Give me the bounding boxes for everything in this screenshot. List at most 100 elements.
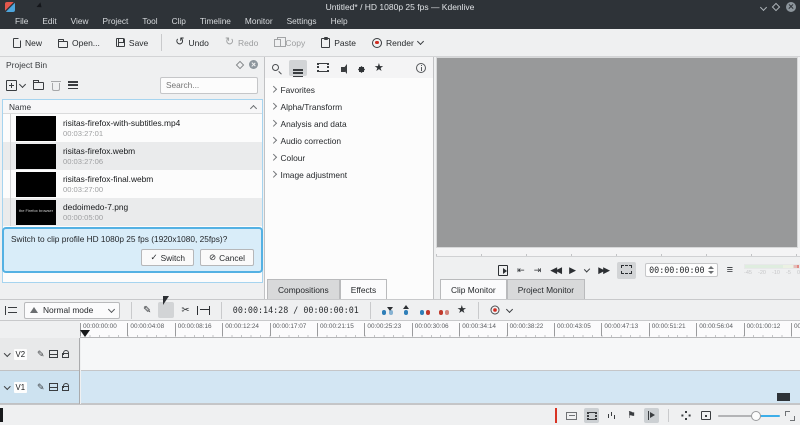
fit-zoom-button[interactable]	[698, 408, 713, 423]
play-icon[interactable]: ▶	[569, 265, 576, 275]
snap-button[interactable]	[644, 408, 659, 423]
zoom-fit-button[interactable]	[678, 408, 693, 423]
lock-track-icon[interactable]	[62, 353, 69, 358]
fast-forward-icon[interactable]: ▶▶	[598, 265, 608, 275]
effects-panel-tab[interactable]: Effects	[340, 279, 387, 299]
playhead-marker[interactable]	[80, 330, 90, 337]
show-composite-button[interactable]	[564, 408, 579, 423]
effect-category[interactable]: Audio correction	[265, 132, 433, 149]
list-view-button[interactable]	[289, 60, 307, 76]
track-name[interactable]: V1	[14, 382, 28, 393]
selection-tool-button[interactable]	[158, 302, 174, 318]
open-button[interactable]: Open...	[51, 35, 107, 51]
audio-effects-icon[interactable]	[341, 67, 345, 72]
edit-track-icon[interactable]: ✎	[37, 350, 45, 359]
chevron-down-icon[interactable]	[417, 38, 424, 45]
chevron-right-icon[interactable]	[270, 103, 276, 109]
timeline-zoom-slider[interactable]	[718, 408, 780, 423]
effect-category[interactable]: Favorites	[265, 81, 433, 98]
menu-item[interactable]: View	[64, 14, 96, 29]
close-panel-icon[interactable]	[249, 60, 258, 69]
chevron-right-icon[interactable]	[270, 137, 276, 143]
effect-category[interactable]: Colour	[265, 149, 433, 166]
maximize-icon[interactable]	[772, 3, 780, 11]
menu-item[interactable]: Help	[324, 14, 355, 29]
spacer-tool-icon[interactable]	[197, 306, 210, 315]
set-out-point-icon[interactable]: ⇥	[534, 265, 542, 275]
show-markers-button[interactable]: ⚑	[624, 408, 639, 423]
bin-clip-row[interactable]: risitas-firefox-final.webm 00:03:27:00	[3, 170, 262, 198]
add-clip-icon[interactable]	[6, 80, 17, 91]
monitor-tab[interactable]: Project Monitor	[507, 279, 585, 299]
menu-item[interactable]: Project	[96, 14, 136, 29]
create-folder-icon[interactable]	[33, 82, 44, 90]
zoom-full-icon[interactable]	[785, 411, 795, 421]
composite-track-icon[interactable]	[49, 350, 58, 358]
lift-zone-icon[interactable]	[401, 305, 412, 315]
undo-button[interactable]: ↺Undo	[168, 34, 216, 51]
chevron-down-icon[interactable]	[584, 266, 591, 273]
zone-mode-button[interactable]	[617, 262, 636, 279]
menu-item[interactable]: Settings	[280, 14, 324, 29]
info-icon[interactable]	[416, 63, 426, 73]
rewind-icon[interactable]: ◀◀	[550, 265, 560, 275]
monitor-menu-icon[interactable]: ≡	[727, 265, 733, 275]
track-name[interactable]: V2	[14, 349, 28, 360]
clip-thumbnail[interactable]: the Firefox browser	[16, 200, 56, 225]
timeline-track-lane[interactable]	[81, 338, 800, 371]
clip-thumbnail[interactable]	[16, 172, 56, 197]
track-header[interactable]: V2 ✎	[0, 338, 79, 371]
bin-clip-row[interactable]: the Firefox browser dedoimedo-7.png 00:0…	[3, 198, 262, 226]
chevron-down-icon[interactable]	[4, 350, 10, 356]
chevron-right-icon[interactable]	[270, 120, 276, 126]
insert-zone-icon[interactable]	[382, 305, 393, 315]
razor-tool-icon[interactable]: ✂	[181, 305, 189, 316]
bin-menu-icon[interactable]	[68, 81, 78, 82]
bin-clip-row[interactable]: risitas-firefox-with-subtitles.mp4 00:03…	[3, 114, 262, 142]
set-in-point-icon[interactable]: ⇤	[517, 265, 525, 275]
sort-chevron-icon[interactable]	[250, 104, 257, 111]
show-audio-thumbnails-button[interactable]	[604, 408, 619, 423]
play-zone-icon[interactable]	[498, 265, 508, 276]
chevron-right-icon[interactable]	[270, 86, 276, 92]
edit-mode-select[interactable]: Normal mode	[24, 302, 120, 319]
search-icon[interactable]	[272, 64, 279, 71]
render-icon[interactable]	[490, 306, 499, 315]
chevron-down-icon[interactable]	[506, 305, 513, 312]
monitor-timecode[interactable]: 00:00:00:00	[645, 263, 717, 277]
switch-button[interactable]: ✓Switch	[141, 249, 194, 266]
clip-thumbnail[interactable]	[16, 144, 56, 169]
custom-effects-icon[interactable]	[358, 65, 365, 72]
edit-track-icon[interactable]: ✎	[37, 383, 45, 392]
video-effects-icon[interactable]	[317, 63, 329, 72]
effect-category[interactable]: Analysis and data	[265, 115, 433, 132]
minimize-icon[interactable]	[760, 3, 767, 10]
chevron-right-icon[interactable]	[270, 171, 276, 177]
overwrite-zone-icon[interactable]	[420, 305, 431, 315]
effect-category[interactable]: Image adjustment	[265, 166, 433, 183]
favorite-effects-icon[interactable]: ★	[374, 63, 384, 73]
timeline-ruler[interactable]: 00:00:00:0000:00:04:0800:00:08:1600:00:1…	[80, 321, 800, 338]
monitor-screen[interactable]	[436, 57, 798, 248]
timeline-vscrollbar[interactable]	[777, 393, 790, 401]
name-column-header[interactable]: Name	[3, 100, 262, 114]
chevron-down-icon[interactable]	[4, 383, 10, 389]
save-button[interactable]: Save	[109, 35, 155, 51]
render-button[interactable]: Render	[365, 35, 430, 51]
cancel-button[interactable]: ⊘Cancel	[200, 249, 254, 266]
bin-clip-row[interactable]: risitas-firefox.webm 00:03:27:06	[3, 142, 262, 170]
composite-track-icon[interactable]	[49, 383, 58, 391]
clip-thumbnail[interactable]	[16, 116, 56, 141]
lock-track-icon[interactable]	[62, 386, 69, 391]
paste-button[interactable]: Paste	[314, 35, 363, 51]
chevron-right-icon[interactable]	[270, 154, 276, 160]
track-header[interactable]: V1 ✎	[0, 371, 79, 404]
timecode-spinner[interactable]	[708, 266, 714, 274]
mix-clips-icon[interactable]: ✎	[143, 305, 151, 316]
extract-zone-icon[interactable]	[439, 305, 450, 315]
timeline-track-lane[interactable]	[81, 371, 800, 404]
monitor-seek-bar[interactable]	[436, 248, 800, 257]
float-panel-icon[interactable]	[236, 60, 244, 68]
close-icon[interactable]	[786, 2, 796, 12]
timeline-options-icon[interactable]	[5, 306, 17, 315]
